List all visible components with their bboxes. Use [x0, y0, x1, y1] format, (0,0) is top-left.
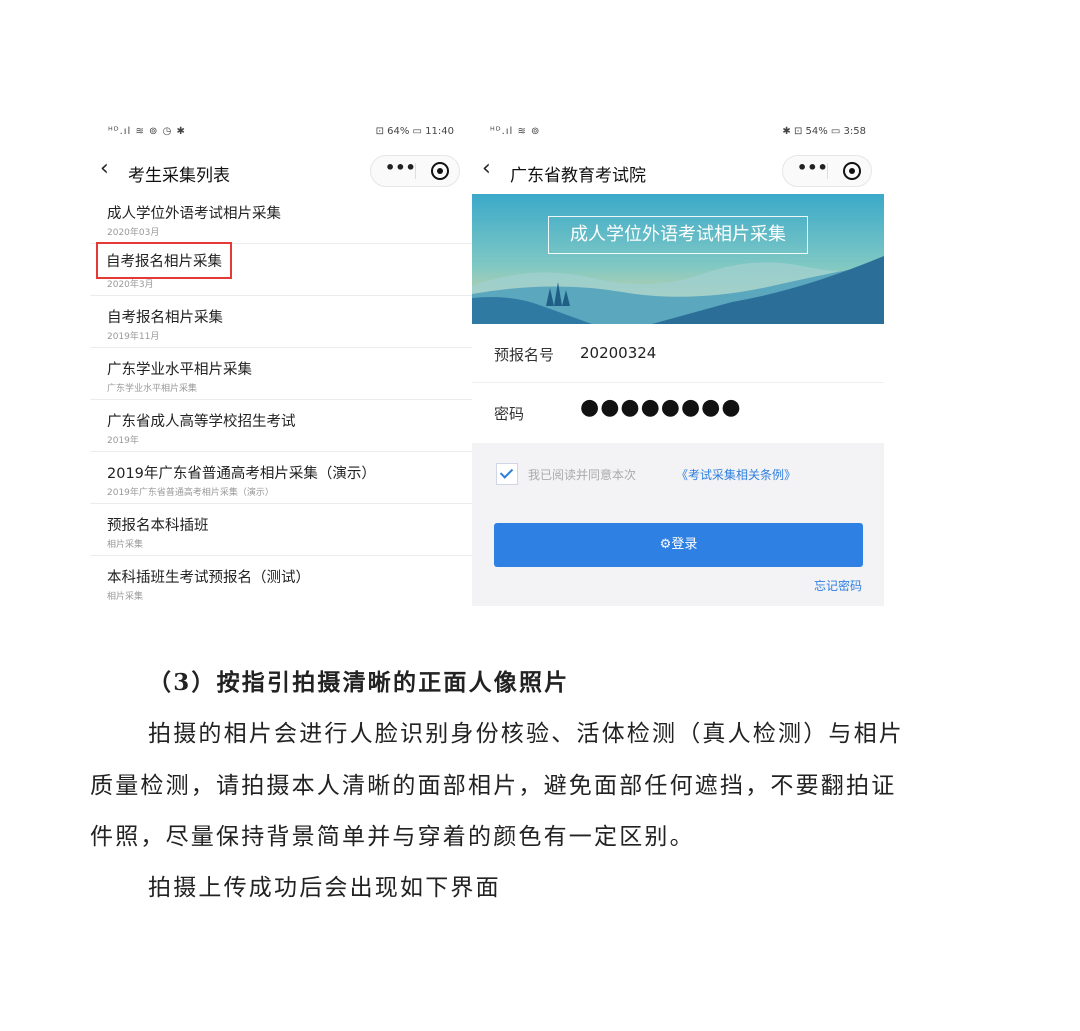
- list-item[interactable]: 广东省成人高等学校招生考试 2019年: [90, 400, 472, 452]
- back-icon[interactable]: ‹: [100, 156, 109, 181]
- password-label: 密码: [494, 405, 525, 423]
- list-item-subtitle: 2020年3月: [107, 280, 154, 290]
- back-icon[interactable]: ‹: [482, 156, 491, 181]
- login-button-label: 登录: [671, 537, 698, 552]
- mini-program-capsule: •••: [782, 155, 872, 187]
- list-item-title: 预报名本科插班: [107, 518, 209, 534]
- status-bar: ᴴᴰ.ıl ≋ ⊚ ◷ ✱ ⊡ 64% ▭ 11:40: [90, 118, 472, 148]
- status-icons-right: ✱ ⊡ 54% ▭ 3:58: [782, 126, 866, 137]
- login-button[interactable]: ⚙登录: [494, 523, 863, 567]
- status-bar: ᴴᴰ.ıl ≋ ⊚ ✱ ⊡ 54% ▭ 3:58: [472, 118, 884, 148]
- list-item[interactable]: 预报名本科插班 相片采集: [90, 504, 472, 556]
- nav-bar: ‹ 广东省教育考试院 •••: [472, 152, 884, 192]
- paragraph-line: 件照，尽量保持背景简单并与穿着的颜色有一定区别。: [90, 824, 695, 850]
- list-item-title: 本科插班生考试预报名（测试）: [107, 570, 310, 586]
- close-target-icon[interactable]: [843, 162, 861, 180]
- list-item-subtitle: 2019年: [107, 436, 139, 446]
- password-row: 密码 ●●●●●●●●: [472, 383, 884, 441]
- list-item[interactable]: 自考报名相片采集 2019年11月: [90, 296, 472, 348]
- more-icon[interactable]: •••: [385, 158, 416, 177]
- paragraph-line: 拍摄的相片会进行人脸识别身份核验、活体检测（真人检测）与相片: [148, 721, 904, 747]
- capsule-divider: [415, 163, 416, 179]
- capsule-divider: [827, 163, 828, 179]
- list-item[interactable]: 广东学业水平相片采集 广东学业水平相片采集: [90, 348, 472, 400]
- page-title: 广东省教育考试院: [510, 166, 646, 186]
- nav-bar: ‹ 考生采集列表 •••: [90, 152, 472, 192]
- loading-spinner-icon: ⚙: [659, 537, 672, 552]
- list-item-title: 自考报名相片采集: [107, 310, 223, 326]
- list-item[interactable]: 本科插班生考试预报名（测试） 相片采集: [90, 556, 472, 606]
- list-item-title: 广东省成人高等学校招生考试: [107, 414, 296, 430]
- list-item-subtitle: 2020年03月: [107, 228, 160, 238]
- login-actions-area: 我已阅读并同意本次 《考试采集相关条例》 ⚙登录 忘记密码: [472, 443, 884, 606]
- agree-text: 我已阅读并同意本次: [528, 468, 637, 482]
- terms-link[interactable]: 《考试采集相关条例》: [676, 466, 796, 483]
- list-item-subtitle: 相片采集: [107, 592, 144, 602]
- status-icons-left: ᴴᴰ.ıl ≋ ⊚ ◷ ✱: [108, 126, 186, 137]
- more-icon[interactable]: •••: [797, 158, 828, 177]
- page-title: 考生采集列表: [128, 166, 230, 186]
- paragraph-line: 拍摄上传成功后会出现如下界面: [148, 875, 501, 901]
- list-item-title: 广东学业水平相片采集: [107, 362, 252, 378]
- list-item-subtitle: 广东学业水平相片采集: [107, 384, 198, 394]
- list-item-title: 2019年广东省普通高考相片采集（演示）: [107, 466, 376, 482]
- mini-program-capsule: •••: [370, 155, 460, 187]
- forgot-password-link[interactable]: 忘记密码: [814, 577, 862, 594]
- collection-list: 成人学位外语考试相片采集 2020年03月 自考报名相片采集 2020年3月 自…: [90, 192, 472, 606]
- password-input[interactable]: ●●●●●●●●: [580, 395, 742, 420]
- close-target-icon[interactable]: [431, 162, 449, 180]
- list-item[interactable]: 2019年广东省普通高考相片采集（演示） 2019年广东省普通高考相片采集（演示…: [90, 452, 472, 504]
- status-icons-right: ⊡ 64% ▭ 11:40: [375, 126, 454, 137]
- list-item[interactable]: 成人学位外语考试相片采集 2020年03月: [90, 192, 472, 244]
- reg-number-input[interactable]: 20200324: [580, 344, 656, 362]
- header-banner: 成人学位外语考试相片采集: [472, 194, 884, 324]
- list-item-highlighted[interactable]: 自考报名相片采集 2020年3月: [90, 242, 472, 296]
- reg-number-label: 预报名号: [494, 346, 555, 364]
- reg-number-row: 预报名号 20200324: [472, 324, 884, 383]
- right-phone-screenshot: ᴴᴰ.ıl ≋ ⊚ ✱ ⊡ 54% ▭ 3:58 ‹ 广东省教育考试院 •••: [472, 118, 884, 606]
- status-icons-left: ᴴᴰ.ıl ≋ ⊚: [490, 126, 541, 137]
- banner-title: 成人学位外语考试相片采集: [548, 216, 808, 254]
- section-heading: （3）按指引拍摄清晰的正面人像照片: [148, 669, 570, 696]
- list-item-subtitle: 2019年广东省普通高考相片采集（演示）: [107, 488, 274, 498]
- list-item-subtitle: 2019年11月: [107, 332, 160, 342]
- agree-checkbox[interactable]: [496, 463, 518, 485]
- left-phone-screenshot: ᴴᴰ.ıl ≋ ⊚ ◷ ✱ ⊡ 64% ▭ 11:40 ‹ 考生采集列表 •••…: [90, 118, 472, 606]
- list-item-subtitle: 相片采集: [107, 540, 144, 550]
- list-item-title: 自考报名相片采集: [96, 242, 232, 279]
- landscape-illustration: [472, 194, 884, 324]
- paragraph-line: 质量检测，请拍摄本人清晰的面部相片，避免面部任何遮挡，不要翻拍证: [90, 773, 897, 799]
- list-item-title: 成人学位外语考试相片采集: [107, 206, 281, 222]
